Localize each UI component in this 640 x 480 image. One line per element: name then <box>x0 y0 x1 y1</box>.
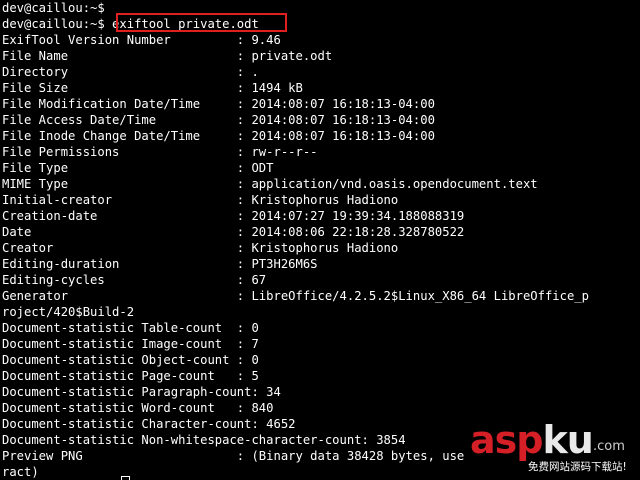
output-line-wrapped: roject/420$Build-2 <box>2 305 135 319</box>
output-line: Document-statistic Character-count: 4652 <box>2 417 296 431</box>
output-line: File Name : private.odt <box>2 49 333 63</box>
output-line: File Modification Date/Time : 2014:08:07… <box>2 97 435 111</box>
output-line: File Inode Change Date/Time : 2014:08:07… <box>2 129 435 143</box>
watermark-subtitle: 免费网站源码下载站! <box>528 461 627 473</box>
output-line: ExifTool Version Number : 9.46 <box>2 33 281 47</box>
output-line: File Type : ODT <box>2 161 274 175</box>
output-line: Document-statistic Non-whitespace-charac… <box>2 433 406 447</box>
output-line: Directory : . <box>2 65 259 79</box>
watermark-letter: u <box>566 418 594 462</box>
output-line: Creator : Kristophorus Hadiono <box>2 241 399 255</box>
output-line: Editing-cycles : 67 <box>2 273 267 287</box>
prompt-line: dev@caillou:~$ <box>2 1 105 15</box>
output-line: File Size : 1494 kB <box>2 81 303 95</box>
watermark-logo: aspku .com 免费网站源码下载站! <box>470 420 640 478</box>
output-line: Document-statistic Image-count : 7 <box>2 337 259 351</box>
output-line: Document-statistic Paragraph-count: 34 <box>2 385 281 399</box>
output-line: File Permissions : rw-r--r-- <box>2 145 318 159</box>
watermark-brand: aspku <box>470 418 594 462</box>
output-line: Document-statistic Table-count : 0 <box>2 321 259 335</box>
watermark-domain: .com <box>593 439 625 454</box>
text-cursor <box>121 476 130 480</box>
output-line: Document-statistic Word-count : 840 <box>2 401 274 415</box>
output-line: MIME Type : application/vnd.oasis.opendo… <box>2 177 538 191</box>
output-line: Initial-creator : Kristophorus Hadiono <box>2 193 399 207</box>
output-line-wrapped: ract) <box>2 465 39 479</box>
watermark-letter: k <box>542 418 567 462</box>
output-line: Document-statistic Page-count : 5 <box>2 369 259 383</box>
watermark-letter: a <box>470 418 496 462</box>
output-line: Preview PNG : (Binary data 38428 bytes, … <box>2 449 465 463</box>
output-line: Creation-date : 2014:07:27 19:39:34.1880… <box>2 209 465 223</box>
watermark-letter: p <box>516 418 543 462</box>
command-highlight-box <box>116 13 287 32</box>
output-line: Date : 2014:08:06 22:18:28.328780522 <box>2 225 465 239</box>
output-line: Generator : LibreOffice/4.2.5.2$Linux_X8… <box>2 289 589 303</box>
output-line: File Access Date/Time : 2014:08:07 16:18… <box>2 113 435 127</box>
terminal-window[interactable]: dev@caillou:~$ dev@caillou:~$ exiftool p… <box>0 0 640 480</box>
output-line: Document-statistic Object-count : 0 <box>2 353 259 367</box>
output-line: Editing-duration : PT3H26M6S <box>2 257 318 271</box>
watermark-letter: s <box>494 418 518 462</box>
